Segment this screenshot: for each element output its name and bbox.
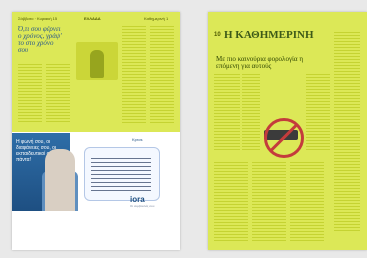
left-header-date: Σάββατο · Κυριακή 15	[18, 16, 58, 21]
left-header-section: ΕΛΛΑΔΑ	[84, 16, 101, 21]
right-headline: Με πιο καινούρια φορολογία η επόμενη για…	[216, 55, 304, 70]
right-text-column-2	[242, 74, 260, 150]
left-text-column-1	[18, 64, 42, 124]
no-weapon-sign-icon	[264, 118, 304, 158]
right-text-column-3	[306, 74, 330, 150]
ad-speech-bubble	[84, 147, 160, 201]
left-header-paper: Καθημερινή 1	[144, 16, 169, 21]
right-newspaper-page[interactable]: 10 Η ΚΑΘΗΜΕΡΙΝΗ Με πιο καινούρια φορολογ…	[208, 12, 367, 250]
right-text-column-4	[334, 32, 360, 232]
ad-person	[45, 149, 75, 211]
left-text-column-4	[150, 26, 174, 124]
ad-brand-subtitle: Οι συμβουλές σου	[130, 204, 155, 208]
left-newspaper-page[interactable]: Σάββατο · Κυριακή 15 ΕΛΛΑΔΑ Καθημερινή 1…	[12, 12, 180, 250]
ad-brand-top: Kpros	[132, 137, 143, 142]
right-lower-column-2	[252, 162, 286, 242]
left-text-column-3	[122, 26, 146, 124]
left-headline: Ό,τι σου φέρνει ο χρόνος, γράψ' το στο χ…	[18, 25, 62, 54]
right-lower-column-1	[214, 162, 248, 242]
ad-brand-logo: iora	[130, 195, 145, 204]
advertisement[interactable]: Η φωνή σου, οι διαφάνειες σου, οι εκπαιδ…	[12, 133, 180, 211]
right-text-column-1	[214, 74, 240, 150]
person-in-photo	[90, 50, 104, 78]
right-lower-column-3	[290, 162, 324, 242]
right-top-tag: 10	[214, 32, 221, 38]
left-text-column-2	[46, 64, 70, 124]
ad-speech-text	[91, 158, 151, 192]
